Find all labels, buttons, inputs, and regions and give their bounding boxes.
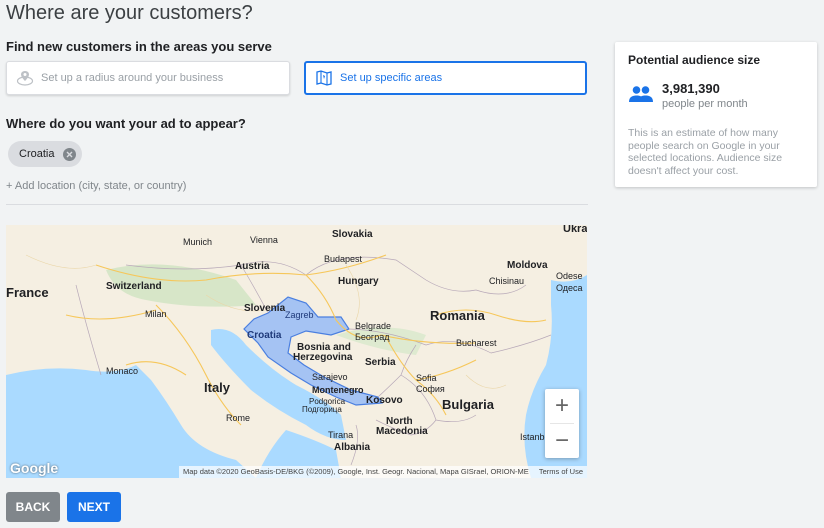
location-radius-icon [15,68,35,88]
map-label-romania: Romania [430,308,485,323]
map-label-monaco: Monaco [106,366,139,376]
radius-option-button[interactable]: Set up a radius around your business [6,61,290,95]
map-terms-link[interactable]: Terms of Use [539,467,583,476]
map-label-bucharest: Bucharest [456,338,497,348]
map-label-istanbul: Istanb [520,432,545,442]
map-label-rome: Rome [226,413,251,423]
map-label-moldova: Moldova [507,260,548,271]
map-area-icon [314,68,334,88]
people-icon [628,84,654,104]
audience-unit: people per month [662,98,748,110]
zoom-in-button[interactable]: + [545,389,579,423]
map-label-zagreb: Zagreb [285,310,314,320]
map-label-tirana: Tirana [328,430,354,440]
map-label-austria: Austria [235,261,270,272]
map-attribution: Map data ©2020 GeoBasis-DE/BKG (©2009), … [179,466,587,478]
map-label-croatia: Croatia [247,330,282,341]
map-label-belgrade-cyrillic: Београд [355,332,390,342]
audience-card-title: Potential audience size [628,53,761,67]
audience-note: This is an estimate of how many people s… [628,127,783,177]
page-title: Where are your customers? [6,2,253,24]
back-button[interactable]: BACK [6,492,60,522]
map-label-ukraine: Ukra [563,225,587,235]
map-label-herzegovina: Herzegovina [293,352,353,363]
map-label-budapest: Budapest [324,254,363,264]
map-label-italy: Italy [204,380,231,395]
map-label-albania: Albania [334,442,371,453]
specific-areas-option-label: Set up specific areas [340,72,443,84]
map-label-bulgaria: Bulgaria [442,397,495,412]
map-label-macedonia: Macedonia [376,426,428,437]
map-label-sarajevo: Sarajevo [312,372,348,382]
google-map-logo: Google [10,460,59,476]
map-label-odesa: Odese [556,271,583,281]
remove-chip-icon[interactable] [63,147,77,161]
audience-count: 3,981,390 [662,81,720,96]
map-label-hungary: Hungary [338,276,379,287]
add-location-input[interactable]: + Add location (city, state, or country) [6,180,588,205]
map-label-belgrade: Belgrade [355,321,392,331]
map-label-podgorica-cyrillic: Подгорица [302,405,342,414]
map-label-slovakia: Slovakia [332,229,373,240]
location-chip-croatia: Croatia [8,141,83,167]
map-label-slovenia: Slovenia [244,303,286,314]
map-label-milan: Milan [145,309,167,319]
map-label-france: France [6,285,49,300]
location-chip-label: Croatia [19,148,55,160]
map-label-sofia: Sofia [416,373,437,383]
zoom-out-button[interactable]: − [545,424,579,458]
specific-areas-option-button[interactable]: Set up specific areas [304,61,587,95]
map-label-munich: Munich [183,237,213,247]
map-label-vienna: Vienna [250,235,278,245]
map-label-kosovo: Kosovo [366,395,403,406]
map[interactable]: Ukra Slovakia Vienna Munich Austria Buda… [6,225,587,478]
map-label-sofia-cyrillic: София [416,384,445,394]
next-button[interactable]: NEXT [67,492,121,522]
map-label-chisinau: Chisinau [489,276,525,286]
audience-size-card: Potential audience size 3,981,390 people… [615,42,817,187]
map-label-montenegro: Montenegro [312,385,364,395]
map-label-serbia: Serbia [365,357,396,368]
map-label-odesa-cyrillic: Одеса [556,283,583,293]
radius-option-label: Set up a radius around your business [41,72,224,84]
where-ad-appear-label: Where do you want your ad to appear? [6,116,246,131]
map-zoom-controls: + − [545,389,579,458]
map-attribution-text: Map data ©2020 GeoBasis-DE/BKG (©2009), … [183,467,529,476]
map-label-switzerland: Switzerland [106,281,162,292]
find-customers-label: Find new customers in the areas you serv… [6,39,272,54]
